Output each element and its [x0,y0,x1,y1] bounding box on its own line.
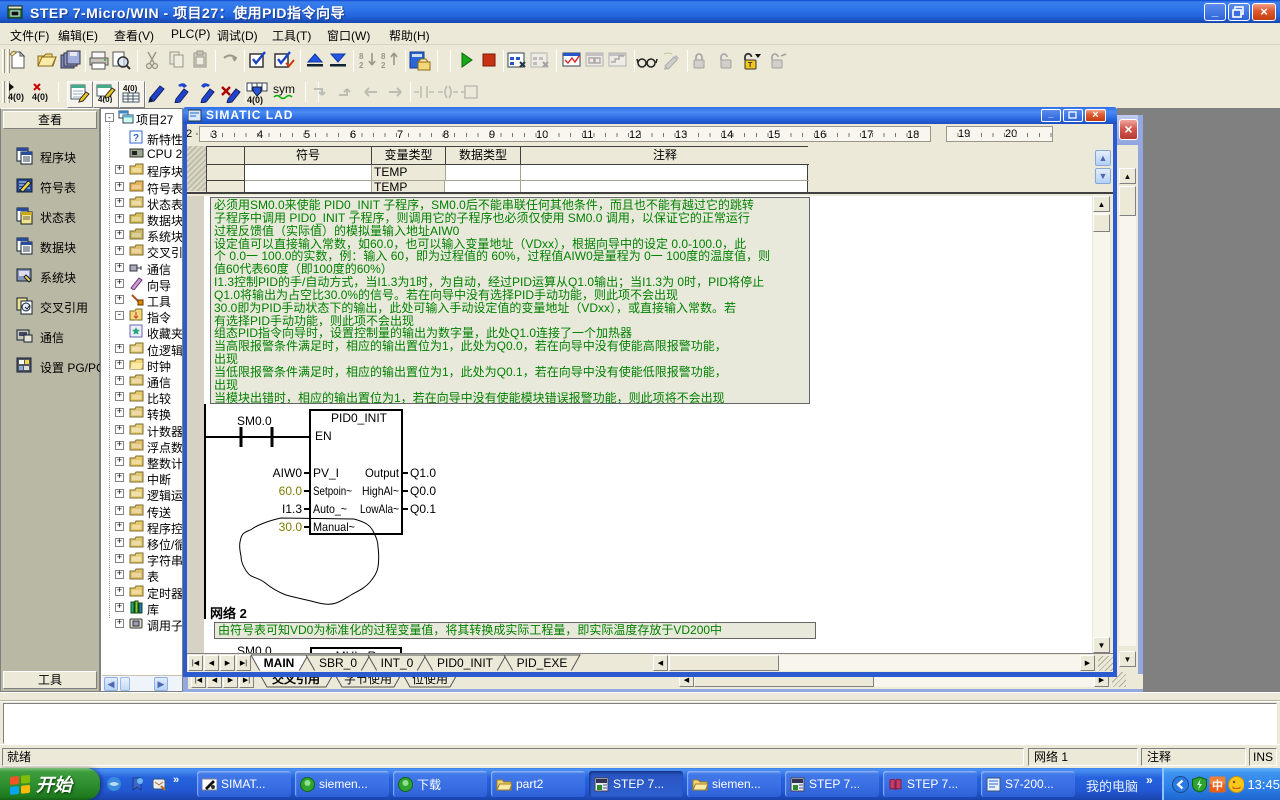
svg-text:Output: Output [365,466,400,480]
svg-text:SM0.0: SM0.0 [237,414,272,428]
svg-text:4(0): 4(0) [8,92,24,102]
svg-text:60.0: 60.0 [279,484,303,498]
svg-text:PID0_INIT: PID0_INIT [437,656,494,670]
svg-text:PID0_INIT: PID0_INIT [331,411,388,425]
svg-text:I1.3: I1.3 [282,502,302,516]
svg-text:PID_EXE: PID_EXE [517,656,568,670]
svg-text:8: 8 [359,52,364,61]
svg-text:PV_I: PV_I [313,466,339,480]
svg-text:HighAl~: HighAl~ [362,484,399,498]
svg-text:LowAla~: LowAla~ [360,502,399,516]
svg-text:2: 2 [359,61,364,70]
svg-text:2: 2 [381,61,386,70]
svg-text:4(0): 4(0) [123,84,138,93]
svg-text:AIW0: AIW0 [273,466,303,480]
svg-text:Manual~: Manual~ [313,520,355,534]
svg-text:8: 8 [381,52,386,61]
svg-text:?: ? [133,133,139,144]
svg-text:INT_0: INT_0 [381,656,414,670]
svg-text:Setpoin~: Setpoin~ [313,484,352,498]
svg-text:EN: EN [315,429,332,443]
svg-text:30.0: 30.0 [279,520,303,534]
svg-text:SBR_0: SBR_0 [319,656,357,670]
svg-text:4(0): 4(0) [247,95,263,105]
svg-text:T: T [748,62,753,69]
svg-text:sym: sym [273,82,295,96]
svg-text:Q0.0: Q0.0 [410,484,436,498]
svg-text:中: 中 [1212,778,1223,792]
svg-text:Q0.1: Q0.1 [410,502,436,516]
svg-text:Auto_~: Auto_~ [313,502,347,516]
svg-text:4(0): 4(0) [32,92,48,102]
svg-text:MAIN: MAIN [264,656,295,670]
svg-text:Q1.0: Q1.0 [410,466,436,480]
